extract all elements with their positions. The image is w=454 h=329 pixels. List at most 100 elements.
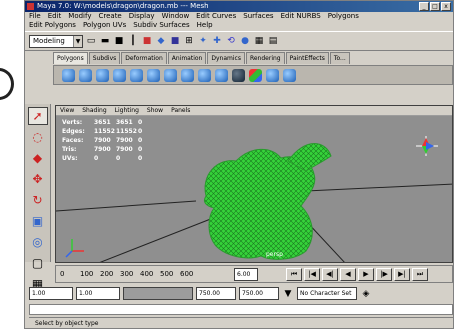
menu-edit-nurbs[interactable]: Edit NURBS [281, 12, 321, 21]
play-backward-button[interactable]: ◀ [340, 268, 356, 281]
open-scene-icon[interactable]: ▬ [99, 35, 111, 48]
history-icon[interactable]: ⟲ [225, 35, 237, 48]
menu-display[interactable]: Display [129, 12, 155, 21]
current-time-field[interactable]: 6.00 [234, 268, 258, 281]
hud-row-edges: Edges: 11552 11552 0 [62, 128, 143, 135]
time-slider[interactable]: 0 100 200 300 400 500 600 6.00 ⏮ |◀ ◀| ◀… [55, 265, 453, 283]
ipr-render-icon[interactable]: ▦ [253, 35, 265, 48]
tab-subdivs[interactable]: Subdivs [88, 52, 121, 64]
menu-window[interactable]: Window [162, 12, 190, 21]
append-icon[interactable] [283, 68, 296, 82]
poly-cube-icon[interactable] [79, 68, 92, 82]
tick-label: 400 [140, 270, 154, 278]
panel-menu-lighting[interactable]: Lighting [115, 106, 139, 115]
tick-label: 0 [60, 270, 65, 278]
menu-subdiv-surfaces[interactable]: Subdiv Surfaces [133, 21, 189, 30]
tab-deformation[interactable]: Deformation [121, 52, 167, 64]
panel-menu-view[interactable]: View [60, 106, 74, 115]
tab-rendering[interactable]: Rendering [245, 52, 285, 64]
view-cube-gizmo[interactable] [416, 136, 438, 156]
bevel-icon[interactable] [266, 68, 279, 82]
step-forward-button[interactable]: |▶ [376, 268, 392, 281]
menu-create[interactable]: Create [98, 12, 121, 21]
combine-icon[interactable] [164, 68, 177, 82]
lasso-tool-icon[interactable]: ◌ [28, 128, 48, 146]
menu-edit-polygons[interactable]: Edit Polygons [29, 21, 76, 30]
tab-animation[interactable]: Animation [167, 52, 207, 64]
extrude-icon[interactable] [181, 68, 194, 82]
playback-start-field[interactable]: 1.00 [76, 287, 120, 300]
go-to-end-button[interactable]: ⏭ [412, 268, 428, 281]
3d-viewport[interactable]: Verts: 3651 3651 0 Edges: 11552 11552 0 … [56, 116, 452, 262]
poly-sphere-icon[interactable] [62, 68, 75, 82]
menu-edit[interactable]: Edit [48, 12, 62, 21]
poly-cone-icon[interactable] [113, 68, 126, 82]
move-tool-icon[interactable]: ✥ [28, 170, 48, 188]
go-to-start-button[interactable]: ⏮ [286, 268, 302, 281]
save-scene-icon[interactable]: ■ [113, 35, 125, 48]
rotate-tool-icon[interactable]: ↻ [28, 191, 48, 209]
split-icon[interactable] [198, 68, 211, 82]
hud-row-uvs: UVs: 0 0 0 [62, 155, 143, 162]
poly-plane-icon[interactable] [130, 68, 143, 82]
scale-tool-icon[interactable]: ▣ [28, 212, 48, 230]
menu-modify[interactable]: Modify [68, 12, 91, 21]
hud-row-verts: Verts: 3651 3651 0 [62, 119, 143, 126]
maximize-button[interactable]: □ [430, 2, 440, 11]
menu-polygon-uvs[interactable]: Polygon UVs [83, 21, 126, 30]
menu-help[interactable]: Help [197, 21, 213, 30]
grid-line [305, 183, 452, 192]
menu-polygons[interactable]: Polygons [328, 12, 359, 21]
select-object-icon[interactable]: ■ [141, 35, 153, 48]
toolbox: ➚ ◌ ◆ ✥ ↻ ▣ ◎ ▢ ▦ [25, 104, 51, 291]
close-button[interactable]: x [441, 2, 451, 11]
step-back-key-button[interactable]: |◀ [304, 268, 320, 281]
select-component-icon[interactable]: ◆ [155, 35, 167, 48]
paint-select-icon[interactable]: ◆ [28, 149, 48, 167]
range-end-field[interactable]: 750.00 [239, 287, 279, 300]
poly-cylinder-icon[interactable] [96, 68, 109, 82]
shelf-icon-bar [53, 65, 453, 85]
auto-key-icon[interactable]: ◈ [360, 287, 372, 300]
sculpt-icon[interactable] [232, 68, 245, 82]
menu-file[interactable]: File [29, 12, 41, 21]
tab-dynamics[interactable]: Dynamics [207, 52, 245, 64]
boolean-icon[interactable] [249, 68, 262, 82]
menu-edit-curves[interactable]: Edit Curves [196, 12, 236, 21]
mode-dropdown[interactable]: Modeling ▼ [29, 34, 83, 48]
chevron-down-icon[interactable]: ▼ [282, 287, 294, 300]
render-settings-icon[interactable]: ▤ [267, 35, 279, 48]
poly-torus-icon[interactable] [147, 68, 160, 82]
main-menu-bar: File Edit Modify Create Display Window E… [25, 12, 453, 21]
select-tool-icon[interactable]: ➚ [27, 107, 48, 125]
snap-point-icon[interactable]: ✚ [211, 35, 223, 48]
smooth-icon[interactable] [215, 68, 228, 82]
playback-end-field[interactable]: 750.00 [196, 287, 236, 300]
command-line[interactable] [29, 304, 453, 315]
chevron-down-icon: ▼ [73, 35, 82, 47]
lock-selection-icon[interactable]: ■ [169, 35, 181, 48]
menu-surfaces[interactable]: Surfaces [243, 12, 273, 21]
step-back-button[interactable]: ◀| [322, 268, 338, 281]
range-slider-track[interactable] [123, 287, 193, 300]
new-scene-icon[interactable]: ▭ [85, 35, 97, 48]
step-forward-key-button[interactable]: ▶| [394, 268, 410, 281]
tab-more[interactable]: To... [329, 52, 350, 64]
panel-menu-shading[interactable]: Shading [82, 106, 106, 115]
range-start-field[interactable]: 1.00 [29, 287, 73, 300]
tab-painteffects[interactable]: PaintEffects [285, 52, 329, 64]
minimize-button[interactable]: _ [419, 2, 429, 11]
panel-menu-panels[interactable]: Panels [171, 106, 190, 115]
single-view-icon[interactable]: ▢ [28, 254, 48, 272]
play-forward-button[interactable]: ▶ [358, 268, 374, 281]
select-hierarchy-icon[interactable]: ┃ [127, 35, 139, 48]
shelf-tabs: Polygons Subdivs Deformation Animation D… [53, 52, 453, 64]
manipulator-icon[interactable]: ◎ [28, 233, 48, 251]
snap-grid-icon[interactable]: ⊞ [183, 35, 195, 48]
tab-polygons[interactable]: Polygons [53, 52, 88, 64]
snap-curve-icon[interactable]: ✦ [197, 35, 209, 48]
character-set-field[interactable]: No Character Set [297, 287, 357, 300]
dragon-mesh[interactable] [203, 143, 332, 260]
panel-menu-show[interactable]: Show [147, 106, 163, 115]
render-icon[interactable]: ● [239, 35, 251, 48]
